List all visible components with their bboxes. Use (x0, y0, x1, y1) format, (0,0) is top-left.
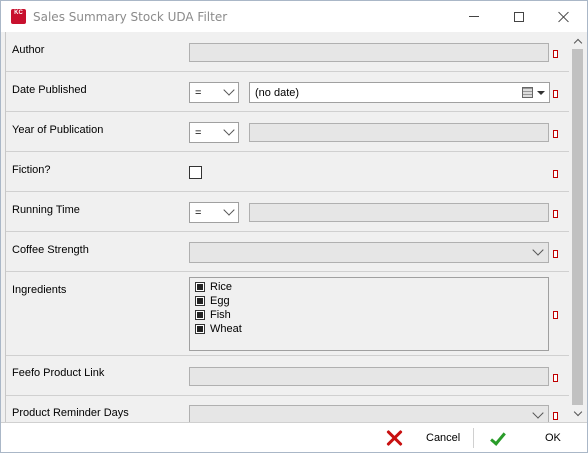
field-row-year-of-publication: Year of Publication = (6, 112, 569, 152)
field-label: Author (12, 44, 45, 56)
app-logo-icon: KC (11, 9, 26, 24)
field-label: Product Reminder Days (12, 407, 129, 419)
operator-value: = (195, 127, 202, 139)
cancel-x-icon (386, 430, 402, 446)
clear-field-icon[interactable] (553, 170, 558, 178)
maximize-button[interactable] (496, 1, 541, 32)
ok-label: OK (545, 432, 561, 444)
operator-value: = (195, 207, 202, 219)
item-label: Wheat (210, 323, 242, 335)
field-row-feefo-product-link: Feefo Product Link (6, 356, 569, 396)
running-time-input[interactable] (249, 203, 549, 222)
checkbox-checked-icon[interactable] (195, 282, 205, 292)
date-value: (no date) (255, 87, 300, 99)
close-button[interactable] (541, 1, 586, 32)
item-label: Egg (210, 295, 230, 307)
clear-field-icon[interactable] (553, 311, 558, 319)
field-row-fiction: Fiction? (6, 152, 569, 192)
item-label: Fish (210, 309, 231, 321)
year-of-publication-input[interactable] (249, 123, 549, 142)
field-row-product-reminder-days: Product Reminder Days (6, 396, 569, 422)
field-label: Feefo Product Link (12, 367, 105, 379)
list-item[interactable]: Wheat (195, 322, 242, 336)
checkbox-checked-icon[interactable] (195, 324, 205, 334)
fiction-checkbox[interactable] (189, 166, 202, 179)
clear-field-icon[interactable] (553, 90, 558, 98)
dialog-footer: Cancel OK (1, 422, 587, 452)
clear-field-icon[interactable] (553, 374, 558, 382)
clear-field-icon[interactable] (553, 412, 558, 420)
operator-value: = (195, 87, 202, 99)
field-label: Year of Publication (12, 124, 104, 136)
clear-field-icon[interactable] (553, 250, 558, 258)
chevron-down-icon (223, 84, 235, 96)
chevron-down-icon (532, 244, 544, 256)
field-row-date-published: Date Published = (no date) (6, 72, 569, 112)
item-label: Rice (210, 281, 233, 293)
checkmark-icon (489, 430, 505, 446)
date-operator-select[interactable]: = (189, 82, 239, 103)
uda-filter-window: KC Sales Summary Stock UDA Filter Author… (0, 0, 588, 453)
checkbox-checked-icon[interactable] (195, 310, 205, 320)
clear-field-icon[interactable] (553, 210, 558, 218)
field-row-ingredients: Ingredients Rice Egg Fish Wheat (6, 272, 569, 356)
window-title: Sales Summary Stock UDA Filter (33, 10, 228, 24)
ok-button[interactable]: OK (489, 425, 561, 451)
calendar-icon[interactable] (522, 87, 533, 98)
maximize-icon (513, 11, 524, 22)
field-label: Running Time (12, 204, 80, 216)
field-label: Ingredients (12, 284, 67, 296)
filter-form: Author Date Published = (no date) Year o… (5, 32, 569, 422)
list-item[interactable]: Egg (195, 294, 230, 308)
field-row-coffee-strength: Coffee Strength (6, 232, 569, 272)
field-label: Coffee Strength (12, 244, 89, 256)
date-published-picker[interactable]: (no date) (249, 82, 550, 103)
close-icon (558, 11, 570, 23)
field-row-running-time: Running Time = (6, 192, 569, 232)
cancel-button[interactable]: Cancel (386, 425, 460, 451)
scroll-up-button[interactable] (569, 32, 586, 49)
field-label: Date Published (12, 84, 87, 96)
author-input[interactable] (189, 43, 549, 62)
coffee-strength-select[interactable] (189, 242, 549, 263)
chevron-down-icon (573, 407, 582, 416)
year-operator-select[interactable]: = (189, 122, 239, 143)
divider (473, 428, 474, 448)
chevron-down-icon (532, 407, 544, 419)
clear-field-icon[interactable] (553, 50, 558, 58)
ingredients-checklist: Rice Egg Fish Wheat (189, 277, 549, 351)
field-label: Fiction? (12, 164, 51, 176)
chevron-down-icon (223, 124, 235, 136)
title-bar: KC Sales Summary Stock UDA Filter (1, 1, 587, 32)
cancel-label: Cancel (426, 432, 461, 444)
field-row-author: Author (6, 32, 569, 72)
list-item[interactable]: Fish (195, 308, 231, 322)
minimize-icon (468, 16, 479, 17)
feefo-product-link-input[interactable] (189, 367, 549, 386)
list-item[interactable]: Rice (195, 280, 232, 294)
checkbox-checked-icon[interactable] (195, 296, 205, 306)
clear-field-icon[interactable] (553, 130, 558, 138)
scroll-down-button[interactable] (569, 405, 586, 422)
product-reminder-days-select[interactable] (189, 405, 549, 422)
scrollbar-thumb[interactable] (572, 49, 583, 405)
minimize-button[interactable] (451, 1, 496, 32)
dropdown-arrow-icon[interactable] (537, 91, 545, 95)
chevron-up-icon (573, 38, 582, 47)
chevron-down-icon (223, 204, 235, 216)
vertical-scrollbar[interactable] (569, 32, 586, 422)
running-time-operator-select[interactable]: = (189, 202, 239, 223)
